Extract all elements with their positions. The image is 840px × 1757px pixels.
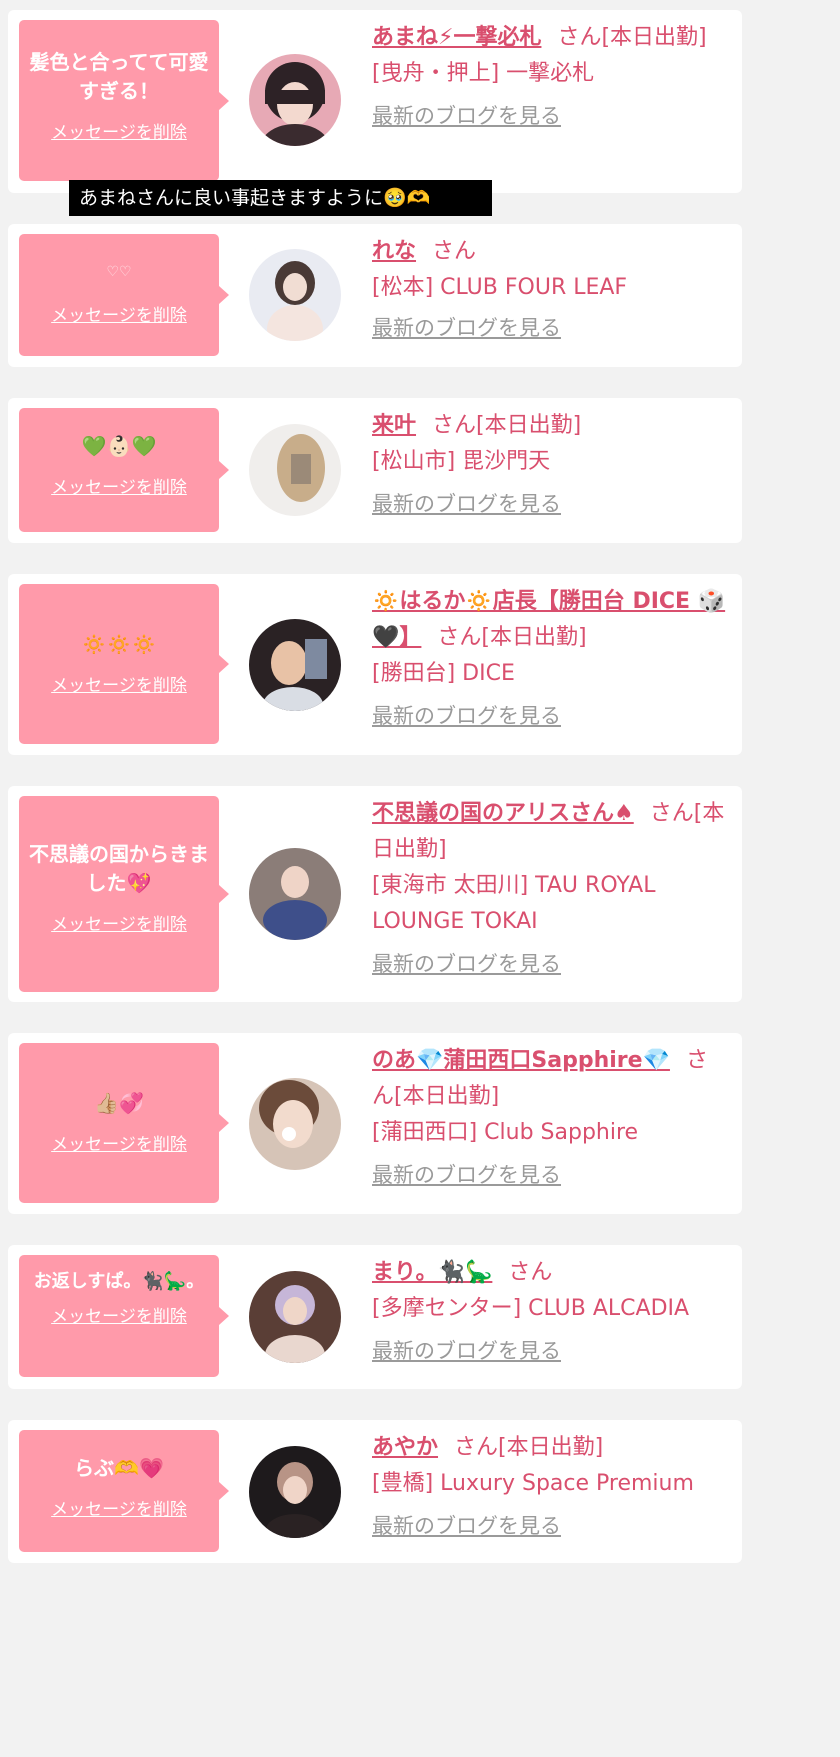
status-text: [本日出勤]: [481, 625, 587, 650]
cast-info: のあ💎蒲田西口Sapphire💎 さん[本日出勤] [蒲田西口] Club Sap…: [372, 1043, 726, 1194]
status-text: [本日出勤]: [394, 1084, 500, 1109]
avatar[interactable]: [249, 1271, 341, 1363]
blog-link[interactable]: 最新のブログを見る: [372, 492, 561, 516]
blog-link[interactable]: 最新のブログを見る: [372, 316, 561, 340]
cast-info: れな さん [松本] CLUB FOUR LEAF 最新のブログを見る: [372, 234, 726, 347]
honorific: さん: [432, 413, 477, 438]
avatar[interactable]: [249, 54, 341, 146]
cast-info: あまね⚡一撃必札 さん[本日出勤] [曳舟・押上] 一撃必札 最新のブログを見る: [372, 20, 726, 135]
delete-message-link[interactable]: メッセージを削除: [51, 301, 187, 326]
list-item: 不思議の国からきました💖 メッセージを削除 不思議の国のアリスさん♠ さん[本日出…: [8, 786, 742, 1002]
message-text: 🔅🔅🔅: [81, 632, 157, 656]
list-item: 髪色と合ってて可愛すぎる！ メッセージを削除 あまね⚡一撃必札 さん[本日出勤] …: [8, 10, 742, 193]
message-text: らぶ🫶💗: [74, 1456, 164, 1480]
delete-message-link[interactable]: メッセージを削除: [51, 671, 187, 696]
shop-name: [多摩センター] CLUB ALCADIA: [372, 1296, 690, 1321]
avatar[interactable]: [249, 1078, 341, 1170]
avatar-image: [249, 249, 341, 341]
message-text: お返しすぱ。🐈‍⬛🦕。: [33, 1271, 205, 1292]
list-item: らぶ🫶💗 メッセージを削除 あやか さん[本日出勤] [豊橋] Luxury Sp…: [8, 1420, 742, 1563]
blog-link[interactable]: 最新のブログを見る: [372, 952, 561, 976]
blog-link[interactable]: 最新のブログを見る: [372, 104, 561, 128]
message-bubble: らぶ🫶💗 メッセージを削除: [19, 1430, 229, 1552]
message-bubble: 👍🏼💞 メッセージを削除: [19, 1043, 229, 1203]
message-bubble: 髪色と合ってて可愛すぎる！ メッセージを削除: [19, 20, 229, 181]
cast-name-link[interactable]: あまね⚡一撃必札: [372, 25, 541, 50]
delete-message-link[interactable]: メッセージを削除: [51, 118, 187, 143]
avatar-image: [249, 424, 341, 516]
shop-name: [豊橋] Luxury Space Premium: [372, 1471, 694, 1496]
cast-info: 🔅はるか🔅店長【勝田台 DICE 🎲🖤】 さん[本日出勤] [勝田台] DICE …: [372, 584, 726, 735]
avatar[interactable]: [249, 848, 341, 940]
message-text: 👍🏼💞: [94, 1091, 144, 1115]
message-bubble: 🔅🔅🔅 メッセージを削除: [19, 584, 229, 744]
blog-link[interactable]: 最新のブログを見る: [372, 1163, 561, 1187]
avatar-image: [249, 1078, 341, 1170]
list-item: 👍🏼💞 メッセージを削除 のあ💎蒲田西口Sapphire💎 さん[本日出勤] [蒲…: [8, 1033, 742, 1214]
avatar-image: [249, 1271, 341, 1363]
honorific: さん: [649, 801, 694, 826]
avatar-image: [249, 1446, 341, 1538]
blog-link[interactable]: 最新のブログを見る: [372, 704, 561, 728]
cast-info: あやか さん[本日出勤] [豊橋] Luxury Space Premium 最新…: [372, 1430, 726, 1545]
cast-info: 来叶 さん[本日出勤] [松山市] 毘沙門天 最新のブログを見る: [372, 408, 726, 523]
cast-name-link[interactable]: のあ💎蒲田西口Sapphire💎: [372, 1048, 670, 1073]
cast-name-link[interactable]: あやか: [372, 1435, 438, 1460]
message-text: 不思議の国からきました💖: [29, 842, 209, 895]
avatar[interactable]: [249, 619, 341, 711]
cast-info: 不思議の国のアリスさん♠ さん[本日出勤] [東海市 太田川] TAU ROYAL…: [372, 796, 726, 983]
cast-name-link[interactable]: まり。🐈‍⬛🦕: [372, 1260, 492, 1285]
message-text: 髪色と合ってて可愛すぎる！: [29, 50, 209, 103]
status-text: [本日出勤]: [476, 413, 582, 438]
message-bubble: 💚👶🏻💚 メッセージを削除: [19, 408, 229, 532]
list-item: 💚👶🏻💚 メッセージを削除 来叶 さん[本日出勤] [松山市] 毘沙門天 最新のブ…: [8, 398, 742, 543]
delete-message-link[interactable]: メッセージを削除: [51, 1302, 187, 1327]
list-item: お返しすぱ。🐈‍⬛🦕。 メッセージを削除 まり。🐈‍⬛🦕 さん [多摩センター] …: [8, 1245, 742, 1389]
message-tooltip: あまねさんに良い事起きますように🥹🫶: [69, 180, 492, 216]
honorific: さん: [432, 239, 477, 264]
avatar-image: [249, 54, 341, 146]
blog-link[interactable]: 最新のブログを見る: [372, 1339, 561, 1363]
cast-name-link[interactable]: 来叶: [372, 413, 416, 438]
message-bubble: お返しすぱ。🐈‍⬛🦕。 メッセージを削除: [19, 1255, 229, 1377]
cast-info: まり。🐈‍⬛🦕 さん [多摩センター] CLUB ALCADIA 最新のブログを見…: [372, 1255, 726, 1370]
cast-name-link[interactable]: 不思議の国のアリスさん♠: [372, 801, 634, 826]
shop-name: [勝田台] DICE: [372, 661, 515, 686]
delete-message-link[interactable]: メッセージを削除: [51, 1130, 187, 1155]
shop-name: [東海市 太田川] TAU ROYAL LOUNGE TOKAI: [372, 873, 656, 934]
delete-message-link[interactable]: メッセージを削除: [51, 910, 187, 935]
honorific: さん: [454, 1435, 499, 1460]
message-text: ♡♡: [106, 264, 132, 280]
avatar-image: [249, 619, 341, 711]
honorific: さん: [508, 1260, 553, 1285]
status-text: [本日出勤]: [498, 1435, 604, 1460]
delete-message-link[interactable]: メッセージを削除: [51, 473, 187, 498]
message-bubble: ♡♡ メッセージを削除: [19, 234, 229, 356]
avatar[interactable]: [249, 249, 341, 341]
avatar-image: [249, 848, 341, 940]
list-item: 🔅🔅🔅 メッセージを削除 🔅はるか🔅店長【勝田台 DICE 🎲🖤】 さん[本日出勤…: [8, 574, 742, 755]
status-text: [本日出勤]: [601, 25, 707, 50]
blog-link[interactable]: 最新のブログを見る: [372, 1514, 561, 1538]
message-text: 💚👶🏻💚: [81, 434, 157, 458]
avatar[interactable]: [249, 424, 341, 516]
shop-name: [松山市] 毘沙門天: [372, 449, 551, 474]
honorific: さん: [437, 625, 482, 650]
honorific: さん: [557, 25, 602, 50]
shop-name: [曳舟・押上] 一撃必札: [372, 61, 595, 86]
avatar[interactable]: [249, 1446, 341, 1538]
list-item: ♡♡ メッセージを削除 れな さん [松本] CLUB FOUR LEAF 最新の…: [8, 224, 742, 367]
cast-name-link[interactable]: れな: [372, 239, 416, 264]
message-bubble: 不思議の国からきました💖 メッセージを削除: [19, 796, 229, 992]
shop-name: [蒲田西口] Club Sapphire: [372, 1120, 639, 1145]
delete-message-link[interactable]: メッセージを削除: [51, 1495, 187, 1520]
shop-name: [松本] CLUB FOUR LEAF: [372, 275, 628, 300]
